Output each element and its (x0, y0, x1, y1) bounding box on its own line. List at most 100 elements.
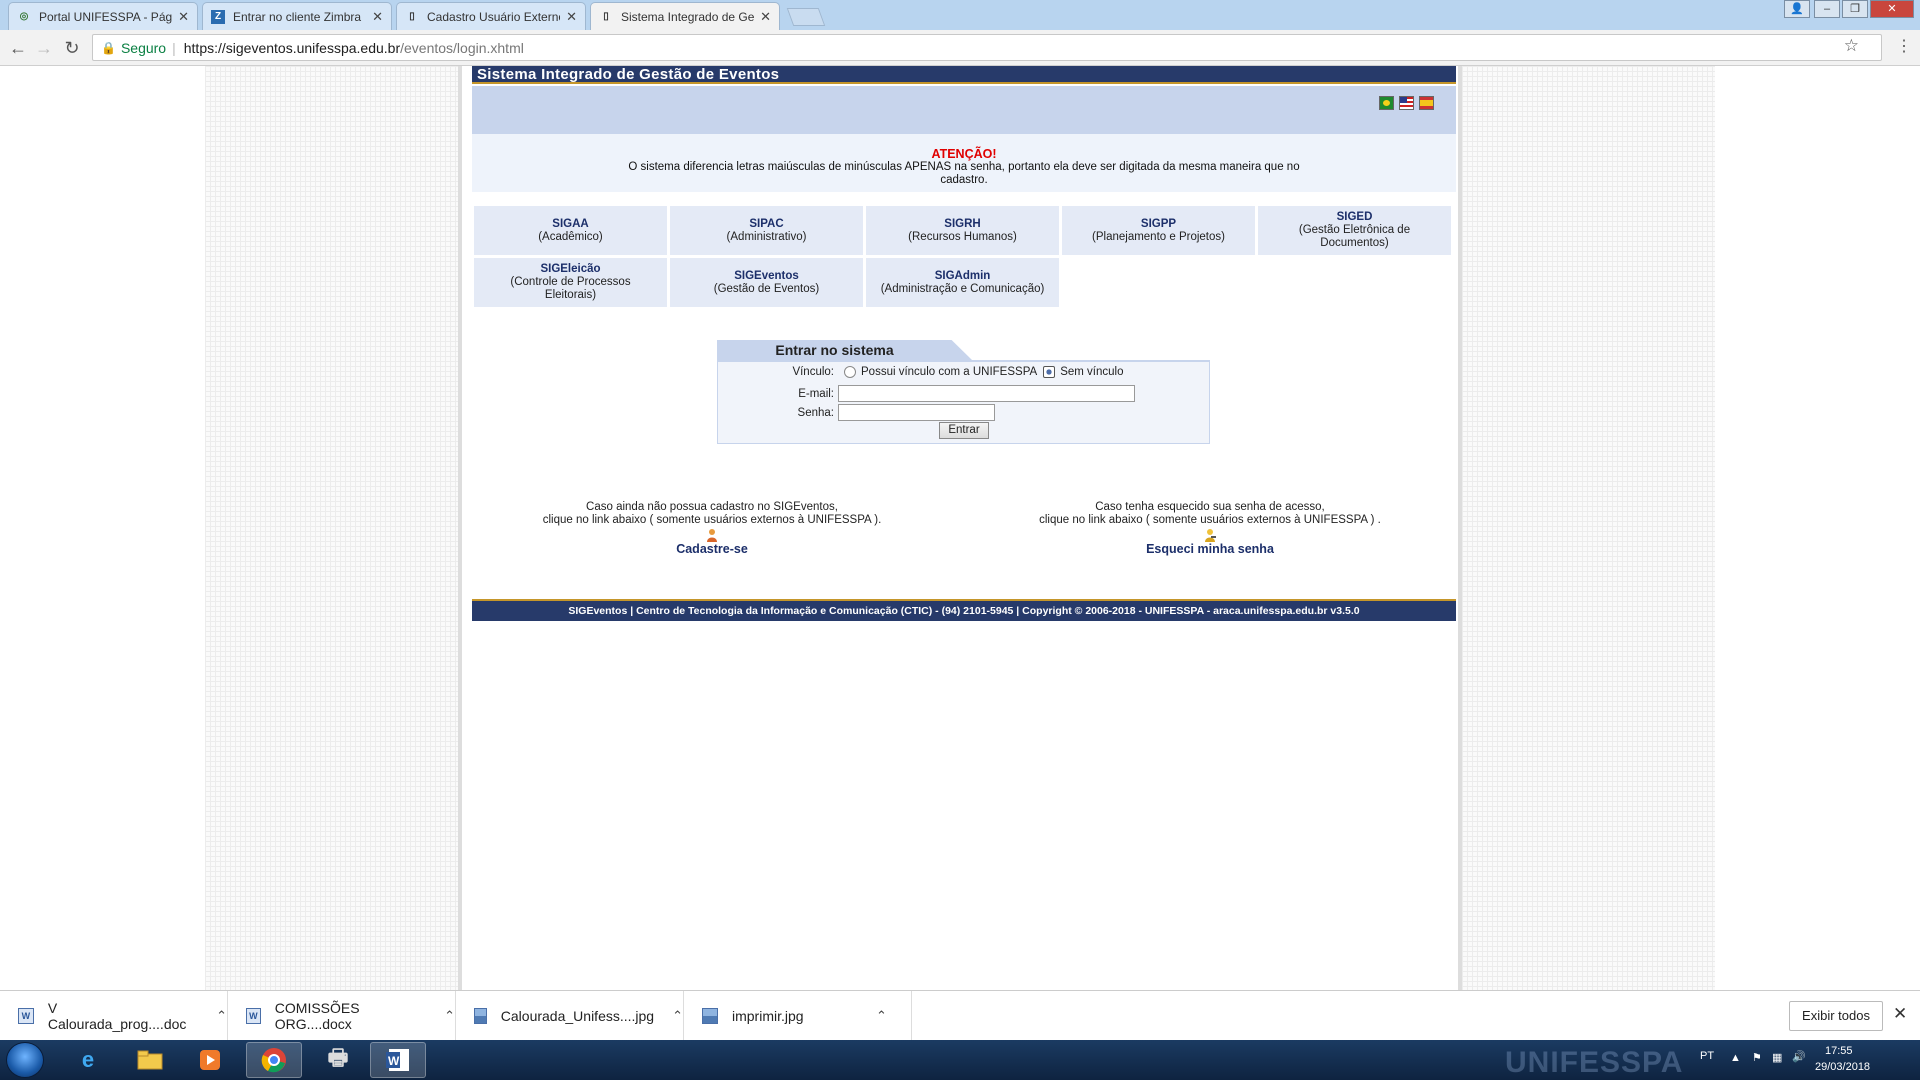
clock-time[interactable]: 17:55 (1825, 1045, 1853, 1057)
spain-flag-icon[interactable] (1419, 96, 1434, 110)
page-icon: ▯ (603, 11, 609, 22)
system-link-sipac[interactable]: SIPAC (Administrativo) (670, 206, 863, 255)
download-item[interactable]: Calourada_Unifess....jpg ⌃ (456, 991, 684, 1041)
download-item[interactable]: W V Calourada_prog....doc ⌃ (0, 991, 228, 1041)
register-link[interactable]: Cadastre-se (502, 543, 922, 556)
chevron-up-icon[interactable]: ⌃ (672, 1008, 683, 1024)
globe-icon: ◎ (19, 11, 29, 22)
close-icon[interactable]: ✕ (1893, 1004, 1907, 1024)
chrome-icon[interactable] (246, 1042, 302, 1078)
system-link-sigeleicao[interactable]: SIGEleicão (Controle de Processos Eleito… (474, 258, 667, 307)
background-pattern (205, 66, 458, 990)
radio-without-link-label: Sem vínculo (1060, 366, 1124, 378)
system-link-sigpp[interactable]: SIGPP (Planejamento e Projetos) (1062, 206, 1255, 255)
vinculo-label: Vínculo: (792, 366, 834, 378)
login-submit-button[interactable]: Entrar (939, 422, 989, 439)
background-pattern (1462, 66, 1715, 990)
restore-button[interactable]: ❐ (1842, 0, 1868, 18)
chevron-up-icon[interactable]: ⌃ (876, 1008, 887, 1024)
system-link-sigaa[interactable]: SIGAA (Acadêmico) (474, 206, 667, 255)
close-icon[interactable]: ✕ (760, 9, 771, 25)
system-link-sigeventos[interactable]: SIGEventos (Gestão de Eventos) (670, 258, 863, 307)
system-desc: (Planejamento e Projetos) (1092, 230, 1225, 243)
system-desc: (Controle de Processos Eleitorais) (510, 276, 631, 301)
browser-tab-active[interactable]: ▯ Sistema Integrado de Ge ✕ (590, 2, 780, 30)
chevron-up-icon[interactable]: ⌃ (216, 1008, 227, 1024)
media-player-icon[interactable] (182, 1042, 238, 1078)
close-window-button[interactable]: ✕ (1870, 0, 1914, 18)
close-icon[interactable]: ✕ (566, 9, 577, 25)
system-desc: (Administração e Comunicação) (880, 282, 1045, 295)
minimize-button[interactable]: – (1814, 0, 1840, 18)
password-field[interactable] (838, 404, 995, 421)
chevron-up-icon[interactable]: ▲ (1730, 1052, 1741, 1064)
forgot-password-link[interactable]: Esqueci minha senha (1000, 543, 1420, 556)
new-tab-button[interactable] (786, 8, 826, 26)
back-arrow-icon[interactable]: ← (6, 36, 30, 60)
clock-date[interactable]: 29/03/2018 (1815, 1061, 1870, 1073)
reload-icon[interactable]: ↻ (60, 36, 84, 60)
tab-label: Entrar no cliente Zimbra (233, 9, 362, 24)
download-filename: Calourada_Unifess....jpg (500, 1008, 655, 1024)
page-icon: ▯ (409, 11, 415, 22)
start-button[interactable] (6, 1042, 44, 1078)
zimbra-icon: Z (211, 9, 225, 24)
notice-text: O sistema diferencia letras maiúsculas d… (628, 161, 1300, 186)
windows-taskbar: e 🖶 W UNIFESSPA PT ▲ ⚑ ▦ 🔊 17:55 29/03/2… (0, 1040, 1920, 1080)
network-icon[interactable]: ▦ (1772, 1051, 1782, 1064)
system-link-sigrh[interactable]: SIGRH (Recursos Humanos) (866, 206, 1059, 255)
system-name: SIGAdmin (934, 269, 991, 282)
download-filename: V Calourada_prog....doc (47, 1000, 187, 1032)
brazil-flag-icon[interactable] (1379, 96, 1394, 110)
volume-icon[interactable]: 🔊 (1792, 1050, 1806, 1063)
system-name: SIPAC (749, 217, 784, 230)
show-all-downloads-button[interactable]: Exibir todos (1789, 1001, 1883, 1031)
email-label: E-mail: (798, 387, 834, 400)
internet-explorer-icon[interactable]: e (60, 1042, 116, 1078)
word-app-icon[interactable]: W (370, 1042, 426, 1078)
register-text-1: Caso ainda não possua cadastro no SIGEve… (586, 501, 838, 513)
word-doc-icon: W (18, 1008, 34, 1024)
email-field[interactable] (838, 385, 1135, 402)
radio-with-link-label: Possui vínculo com a UNIFESSPA (861, 366, 1038, 378)
system-link-sigadmin[interactable]: SIGAdmin (Administração e Comunicação) (866, 258, 1059, 307)
tab-label: Cadastro Usuário Externo (427, 9, 561, 24)
page-footer: SIGEventos | Centro de Tecnologia da Inf… (472, 601, 1456, 621)
word-doc-icon: W (246, 1008, 261, 1024)
system-name: SIGRH (944, 217, 981, 230)
address-bar[interactable]: 🔒 Seguro | https://sigeventos.unifesspa.… (92, 34, 1882, 61)
forward-arrow-icon[interactable]: → (32, 36, 56, 60)
forgot-text-1: Caso tenha esquecido sua senha de acesso… (1095, 501, 1325, 513)
download-item[interactable]: W COMISSÕES ORG....docx ⌃ (228, 991, 456, 1041)
svg-text:W: W (388, 1054, 400, 1068)
user-key-icon[interactable] (1203, 528, 1217, 542)
language-indicator[interactable]: PT (1700, 1050, 1714, 1062)
usa-flag-icon[interactable] (1399, 96, 1414, 110)
file-explorer-icon[interactable] (122, 1042, 178, 1078)
system-desc: (Gestão de Eventos) (713, 282, 820, 295)
browser-tab[interactable]: Z Entrar no cliente Zimbra ✕ (202, 2, 392, 30)
printer-icon[interactable]: 🖶 (310, 1042, 366, 1078)
add-user-icon[interactable] (705, 528, 719, 542)
system-name: SIGEventos (734, 269, 799, 282)
download-filename: imprimir.jpg (732, 1008, 804, 1024)
action-center-flag-icon[interactable]: ⚑ (1752, 1051, 1762, 1064)
chevron-up-icon[interactable]: ⌃ (444, 1008, 455, 1024)
system-tray: PT ▲ ⚑ ▦ 🔊 17:55 29/03/2018 (1660, 1040, 1920, 1080)
radio-with-link[interactable] (844, 366, 856, 378)
user-profile-button[interactable]: 👤 (1784, 0, 1810, 18)
close-icon[interactable]: ✕ (178, 9, 189, 25)
radio-without-link[interactable] (1043, 366, 1056, 378)
browser-tab[interactable]: ▯ Cadastro Usuário Externo ✕ (396, 2, 586, 30)
system-header-title: Sistema Integrado de Gestão de Eventos (472, 66, 1456, 84)
system-link-siged[interactable]: SIGED (Gestão Eletrônica de Documentos) (1258, 206, 1451, 255)
close-icon[interactable]: ✕ (372, 9, 383, 25)
browser-tab[interactable]: ◎ Portal UNIFESSPA - Págin ✕ (8, 2, 198, 30)
lock-icon: 🔒 (101, 40, 116, 55)
browser-menu-icon[interactable]: ⋮ (1896, 36, 1912, 56)
bookmark-star-icon[interactable]: ☆ (1844, 36, 1859, 56)
download-item[interactable]: imprimir.jpg ⌃ (684, 991, 912, 1041)
header-band (472, 86, 1456, 134)
system-desc: (Gestão Eletrônica de Documentos) (1298, 224, 1411, 249)
image-file-icon (702, 1008, 718, 1024)
